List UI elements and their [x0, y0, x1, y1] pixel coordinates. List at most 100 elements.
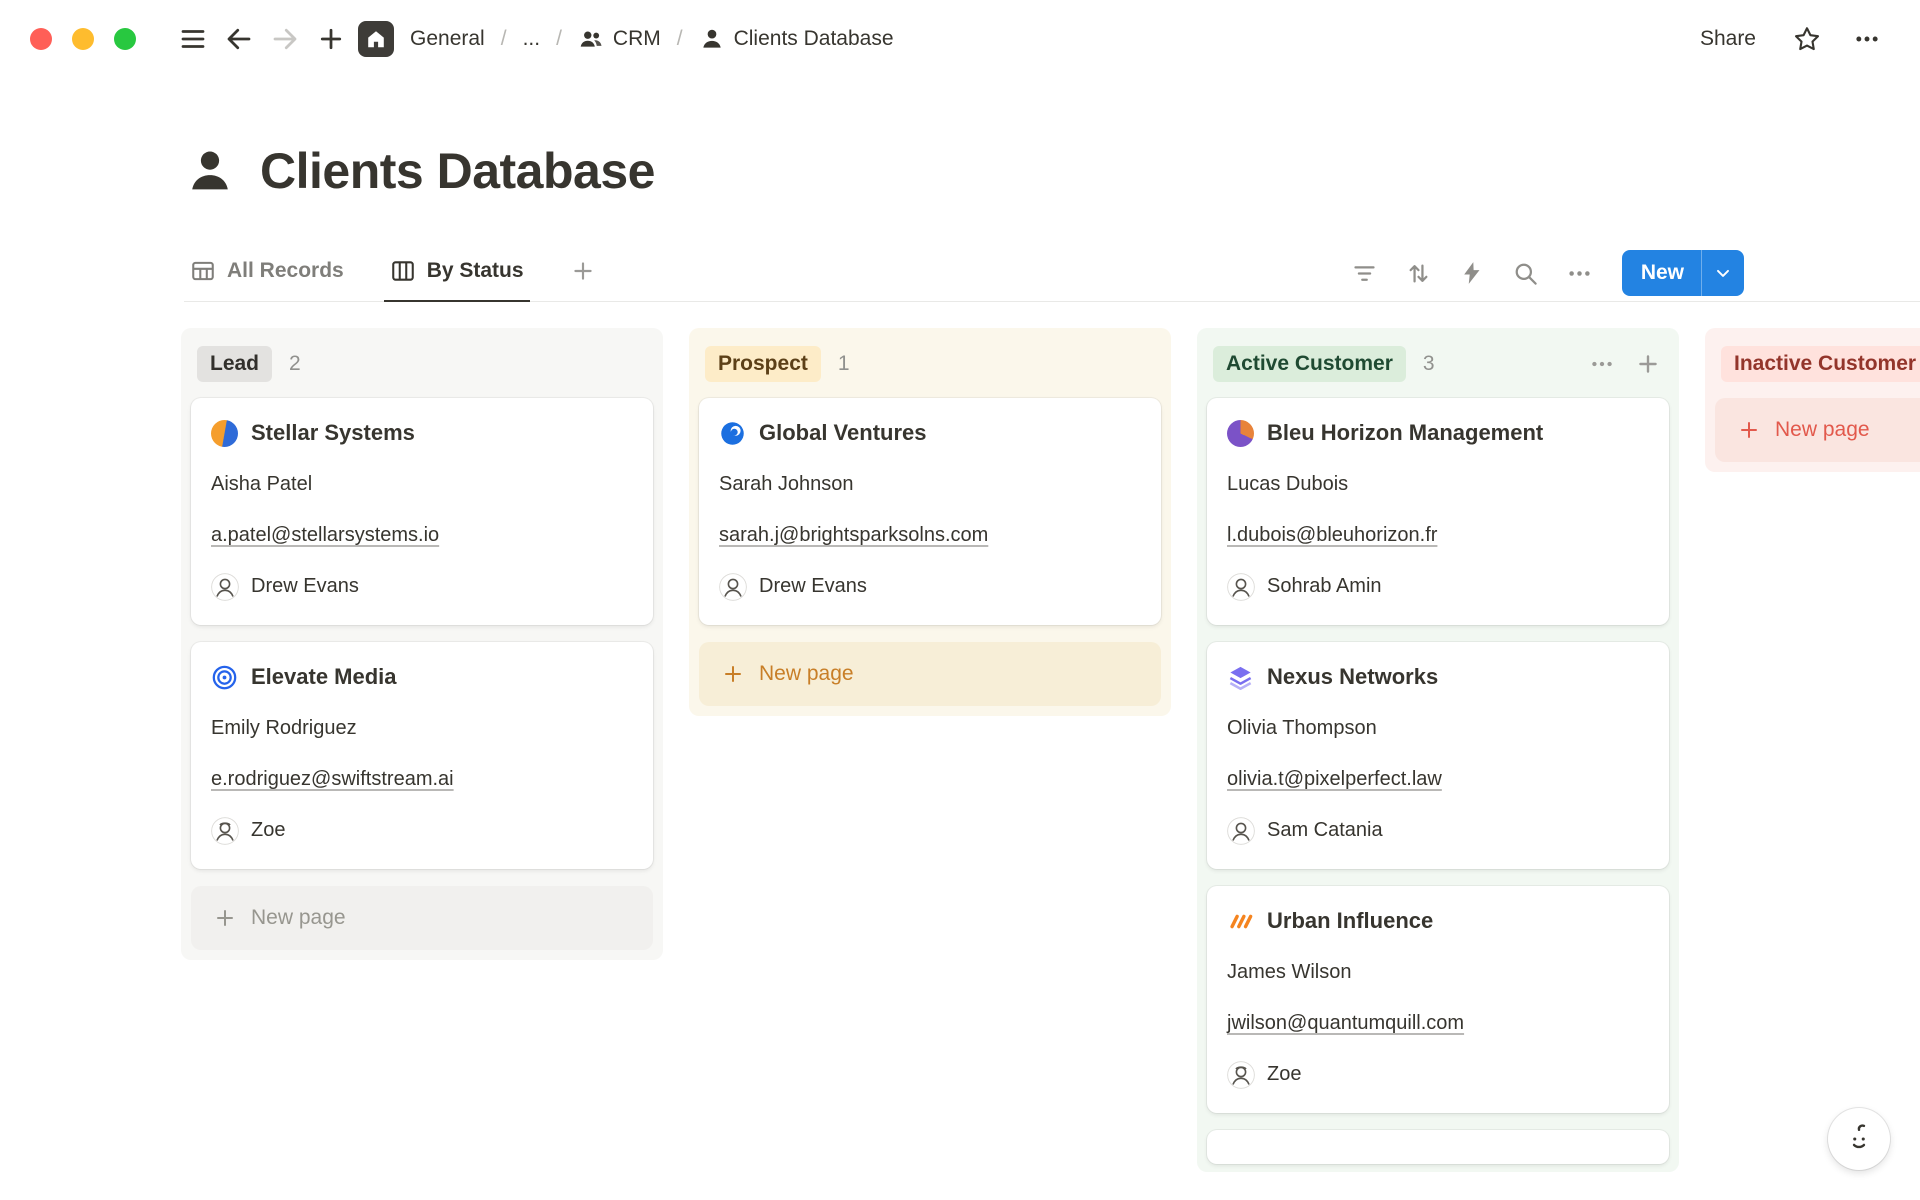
board-view-icon	[390, 258, 416, 284]
owner-avatar	[211, 573, 239, 601]
company-name: Elevate Media	[251, 664, 397, 690]
contact-email[interactable]: olivia.t@pixelperfect.law	[1227, 766, 1649, 792]
status-badge[interactable]: Inactive Customer	[1721, 346, 1920, 382]
kanban-board: Lead 2 Stellar Systems Aisha Patel a.pat…	[0, 302, 1920, 1172]
client-card[interactable]: Elevate Media Emily Rodriguez e.rodrigue…	[191, 642, 653, 869]
assistant-button[interactable]	[1828, 1108, 1890, 1170]
column-active-customer: Active Customer 3 Bleu Horizon Managemen…	[1197, 328, 1679, 1172]
new-record-button[interactable]: New	[1622, 250, 1744, 296]
status-badge[interactable]: Prospect	[705, 346, 821, 382]
breadcrumb-separator: /	[554, 27, 564, 51]
contact-email[interactable]: l.dubois@bleuhorizon.fr	[1227, 522, 1649, 548]
more-options-icon[interactable]	[1844, 16, 1890, 62]
page-title-person-icon	[184, 145, 236, 197]
contact-name: Lucas Dubois	[1227, 471, 1649, 497]
contact-email[interactable]: jwilson@quantumquill.com	[1227, 1010, 1649, 1036]
add-view-icon[interactable]	[564, 258, 602, 288]
breadcrumb-item-crm[interactable]: CRM	[570, 22, 669, 56]
breadcrumb-separator: /	[499, 27, 509, 51]
owner-name: Sam Catania	[1267, 819, 1383, 842]
contact-name: Olivia Thompson	[1227, 715, 1649, 741]
home-icon[interactable]	[358, 21, 394, 57]
minimize-window-button[interactable]	[72, 28, 94, 50]
company-logo-icon	[1227, 420, 1254, 447]
client-card[interactable]: Stellar Systems Aisha Patel a.patel@stel…	[191, 398, 653, 625]
new-page-icon[interactable]	[308, 16, 354, 62]
breadcrumb-separator: /	[675, 27, 685, 51]
contact-email[interactable]: a.patel@stellarsystems.io	[211, 522, 633, 548]
owner-avatar	[719, 573, 747, 601]
client-card[interactable]: Urban Influence James Wilson jwilson@qua…	[1207, 886, 1669, 1113]
company-logo-icon	[211, 664, 238, 691]
column-prospect: Prospect 1 Global Ventures Sarah Johnson…	[689, 328, 1171, 716]
contact-name: Sarah Johnson	[719, 471, 1141, 497]
company-name: Nexus Networks	[1267, 664, 1438, 690]
client-card[interactable]	[1207, 1130, 1669, 1164]
contact-name: Aisha Patel	[211, 471, 633, 497]
plus-icon	[1737, 418, 1761, 442]
owner-avatar	[1227, 1061, 1255, 1089]
company-logo-icon	[1227, 908, 1254, 935]
sidebar-toggle-icon[interactable]	[170, 16, 216, 62]
company-name: Urban Influence	[1267, 908, 1433, 934]
page-title: Clients Database	[260, 142, 655, 200]
owner-name: Drew Evans	[759, 575, 867, 598]
filter-icon[interactable]	[1351, 260, 1378, 287]
new-record-label: New	[1622, 250, 1701, 296]
column-count: 1	[838, 352, 850, 376]
contact-name: Emily Rodriguez	[211, 715, 633, 741]
company-logo-icon	[211, 420, 238, 447]
column-count: 3	[1423, 352, 1435, 376]
column-more-options-icon[interactable]	[1589, 351, 1615, 377]
window-titlebar: General / ... / CRM / Clients Database S…	[0, 0, 1920, 78]
assistant-face-icon	[1842, 1122, 1876, 1156]
owner-name: Zoe	[251, 819, 285, 842]
back-icon[interactable]	[216, 16, 262, 62]
search-icon[interactable]	[1512, 260, 1539, 287]
chevron-down-icon[interactable]	[1702, 250, 1744, 296]
breadcrumb: General / ... / CRM / Clients Database	[358, 21, 902, 57]
contact-email[interactable]: e.rodriguez@swiftstream.ai	[211, 766, 633, 792]
breadcrumb-item-general[interactable]: General	[402, 23, 493, 55]
view-options-icon[interactable]	[1566, 260, 1593, 287]
owner-name: Sohrab Amin	[1267, 575, 1382, 598]
plus-icon	[721, 662, 745, 686]
forward-icon[interactable]	[262, 16, 308, 62]
person-icon	[699, 26, 725, 52]
client-card[interactable]: Bleu Horizon Management Lucas Dubois l.d…	[1207, 398, 1669, 625]
column-inactive-customer: Inactive Customer New page	[1705, 328, 1920, 472]
view-tabs-bar: All Records By Status New	[184, 246, 1920, 302]
column-count: 2	[289, 352, 301, 376]
people-icon	[578, 26, 604, 52]
owner-avatar	[211, 817, 239, 845]
client-card[interactable]: Nexus Networks Olivia Thompson olivia.t@…	[1207, 642, 1669, 869]
new-page-button[interactable]: New page	[191, 886, 653, 950]
new-page-button[interactable]: New page	[699, 642, 1161, 706]
breadcrumb-item-clients-database[interactable]: Clients Database	[691, 22, 902, 56]
tab-all-records[interactable]: All Records	[184, 246, 350, 302]
sort-icon[interactable]	[1405, 260, 1432, 287]
company-name: Bleu Horizon Management	[1267, 420, 1543, 446]
table-view-icon	[190, 258, 216, 284]
favorite-star-icon[interactable]	[1784, 16, 1830, 62]
plus-icon	[213, 906, 237, 930]
status-badge[interactable]: Lead	[197, 346, 272, 382]
breadcrumb-item-ellipsis[interactable]: ...	[515, 23, 549, 55]
automation-lightning-icon[interactable]	[1459, 260, 1485, 286]
company-name: Global Ventures	[759, 420, 927, 446]
status-badge[interactable]: Active Customer	[1213, 346, 1406, 382]
company-logo-icon	[719, 420, 746, 447]
column-add-card-icon[interactable]	[1635, 351, 1661, 377]
close-window-button[interactable]	[30, 28, 52, 50]
company-name: Stellar Systems	[251, 420, 415, 446]
window-controls	[30, 28, 136, 50]
contact-email[interactable]: sarah.j@brightsparksolns.com	[719, 522, 1141, 548]
zoom-window-button[interactable]	[114, 28, 136, 50]
owner-avatar	[1227, 817, 1255, 845]
owner-name: Zoe	[1267, 1063, 1301, 1086]
tab-by-status[interactable]: By Status	[384, 246, 530, 302]
new-page-button[interactable]: New page	[1715, 398, 1920, 462]
column-lead: Lead 2 Stellar Systems Aisha Patel a.pat…	[181, 328, 663, 960]
share-button[interactable]: Share	[1686, 19, 1770, 59]
client-card[interactable]: Global Ventures Sarah Johnson sarah.j@br…	[699, 398, 1161, 625]
